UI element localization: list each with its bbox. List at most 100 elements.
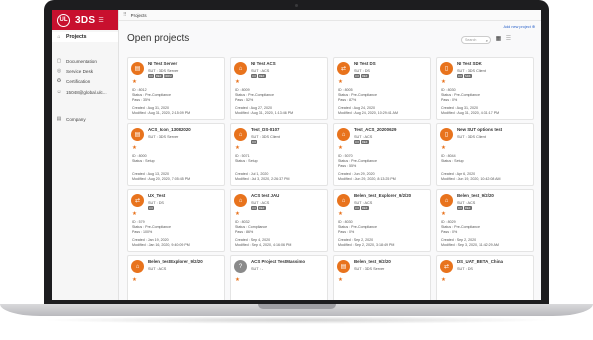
project-created: Created : Jan 19, 2020 (132, 238, 169, 242)
project-card[interactable]: ⌂ ACS test JAU SUT : ACS 3.0 REF ★ ID : 8032 St… (230, 189, 328, 252)
project-card[interactable]: ⌂ NI Test ACS SUT : ACS 3.0 REF ★ ID : 8009 Sta… (230, 57, 328, 120)
project-name[interactable]: Belen_test_9/2/20 (457, 193, 531, 198)
project-modified: Modified : Jun 29, 2020, 8:13:25 PM (338, 177, 396, 181)
version-badge: 3.0 (251, 140, 257, 144)
project-card[interactable]: ⌂ Belen_test_9/2/20 SUT : ACS 3.0 REF ★ ID : 8… (436, 189, 534, 252)
version-badge: REF (257, 206, 266, 210)
favorite-star-icon[interactable]: ★ (338, 277, 343, 283)
project-card[interactable]: ⌂ Test_DS-0107 SUT : 3DS Client 3.0 ★ ID : 50… (230, 123, 328, 186)
project-tags: 3.0 (148, 206, 154, 210)
version-badge: 3.0 (148, 74, 154, 78)
search-icon: ⌕ (485, 37, 488, 43)
project-name[interactable]: Belen_test_Explorer_9/2/20 (354, 193, 428, 198)
apps-grid-icon[interactable]: ⠿ (123, 12, 127, 18)
favorite-star-icon[interactable]: ★ (338, 145, 343, 151)
project-tags: 3.0 REF (354, 206, 369, 210)
project-created: Created : Sep 2, 2020 (338, 238, 374, 242)
project-modified: Modified : Sep 2, 2020, 3:18:49 PM (338, 243, 395, 247)
version-badge: SDK (463, 74, 472, 78)
favorite-star-icon[interactable]: ★ (338, 211, 343, 217)
project-status: Status : Pre-Compliance (441, 225, 480, 229)
project-name[interactable]: ACS_Icon_13082020 (148, 127, 222, 132)
project-sut: SUT : DS (354, 69, 370, 73)
bank-icon: ⌂ (234, 128, 247, 141)
sidebar-item-service-desk[interactable]: ◎ Service Desk (52, 66, 118, 76)
sidebar-item-documentation[interactable]: ▢ Documentation (52, 56, 118, 66)
sidebar-item-company[interactable]: ▤ Company (52, 114, 118, 124)
sidebar: UL 3DS ☰ ⌂ Projects ▢ Documentation ◎ Se… (52, 10, 119, 300)
sidebar-item-projects[interactable]: ⌂ Projects (52, 32, 118, 42)
project-card[interactable]: ⌂ Test_ACS_20200629 SUT : ACS 3.0 REF ★ ID : 5… (333, 123, 431, 186)
favorite-star-icon[interactable]: ★ (132, 145, 137, 151)
favorite-star-icon[interactable]: ★ (441, 145, 446, 151)
sidebar-item-label: Company (66, 116, 86, 122)
sidebar-item-certification[interactable]: ✪ Certification (52, 76, 118, 86)
favorite-star-icon[interactable]: ★ (441, 211, 446, 217)
project-card[interactable]: ⌂ Belen_testExplorer_9/2/20 SUT : ACS ★ (127, 255, 225, 300)
project-sut: SUT : 3DS Client (457, 135, 486, 139)
project-name[interactable]: NI Test SDK (457, 61, 531, 66)
project-pass: Pass : 86% (235, 230, 254, 234)
list-view-icon[interactable]: ☰ (505, 36, 512, 43)
project-card[interactable]: ⇄ DS_UAT_BETA_China SUT : DS ★ (436, 255, 534, 300)
breadcrumb: Projects (130, 12, 147, 18)
project-id: ID : 5071 (235, 154, 250, 158)
project-name[interactable]: UX_Test (148, 193, 222, 198)
project-pass: Pass : 0% (441, 98, 458, 102)
project-status: Status : Pre-Compliance (441, 93, 480, 97)
project-card[interactable]: ▯ New SUT options test SUT : 3DS Client ★ ID… (436, 123, 534, 186)
favorite-star-icon[interactable]: ★ (132, 79, 137, 85)
project-name[interactable]: Belen_test_9/2/20 (354, 259, 428, 264)
favorite-star-icon[interactable]: ★ (235, 145, 240, 151)
project-name[interactable]: ACS test JAU (251, 193, 325, 198)
project-pass: Pass : 0% (441, 230, 458, 234)
ul-logo-icon: UL (57, 13, 70, 27)
project-status: Status : Pre-Compliance (338, 225, 377, 229)
project-tags: 3.0 REF (354, 74, 369, 78)
project-name[interactable]: ACS Project TestMassimo (251, 259, 325, 264)
menu-toggle-icon[interactable]: ☰ (98, 17, 103, 24)
sidebar-item-label: Certification (66, 78, 91, 84)
version-badge: REF (360, 206, 369, 210)
project-card[interactable]: ? ACS Project TestMassimo SUT : - ★ (230, 255, 328, 300)
project-name[interactable]: NI Test DS (354, 61, 428, 66)
add-new-project-link[interactable]: Add new project ⊕ (504, 24, 535, 29)
project-card[interactable]: ⌂ Belen_test_Explorer_9/2/20 SUT : ACS 3.0 R… (333, 189, 431, 252)
grid-view-icon[interactable]: ▦ (495, 36, 502, 43)
project-card[interactable]: ▤ ACS_Icon_13082020 SUT : 3DS Server ★ ID : … (127, 123, 225, 186)
bank-icon: ⌂ (131, 260, 144, 273)
project-name[interactable]: NI Test ACS (251, 61, 325, 66)
project-name[interactable]: Belen_testExplorer_9/2/20 (148, 259, 222, 264)
project-name[interactable]: NI Test Server (148, 61, 222, 66)
project-card[interactable]: ▤ Belen_test_9/2/20 SUT : 3DS Server ★ (333, 255, 431, 300)
project-tags: 3.0 SDK (457, 74, 472, 78)
project-name[interactable]: DS_UAT_BETA_China (457, 259, 531, 264)
project-name[interactable]: New SUT options test (457, 127, 531, 132)
favorite-star-icon[interactable]: ★ (441, 79, 446, 85)
favorite-star-icon[interactable]: ★ (132, 211, 137, 217)
project-card[interactable]: ⇄ UX_Test SUT : DS 3.0 ★ ID : 579 Status : Pre… (127, 189, 225, 252)
project-sut: SUT : ACS (148, 267, 167, 271)
favorite-star-icon[interactable]: ★ (235, 79, 240, 85)
server-icon: ▤ (131, 62, 144, 75)
project-status: Status : Pre-Compliance (338, 159, 377, 163)
favorite-star-icon[interactable]: ★ (338, 79, 343, 85)
project-name[interactable]: Test_DS-0107 (251, 127, 325, 132)
project-name[interactable]: Test_ACS_20200629 (354, 127, 428, 132)
project-card[interactable]: ▯ NI Test SDK SUT : 3DS Client 3.0 SDK ★ ID : … (436, 57, 534, 120)
project-status: Status : Setup (132, 159, 155, 163)
server-icon: ▤ (337, 260, 350, 273)
favorite-star-icon[interactable]: ★ (441, 277, 446, 283)
project-modified: Modified : Aug 31, 2020, 1:13:46 PM (235, 111, 294, 115)
headset-icon: ◎ (56, 68, 62, 74)
project-card[interactable]: ▤ NI Test Server SUT : 3DS Server 3.0 REF DIR… (127, 57, 225, 120)
favorite-star-icon[interactable]: ★ (235, 277, 240, 283)
search-input[interactable]: Search ⌕ (461, 36, 491, 44)
project-modified: Modified : Aug 31, 2020, 2:15:09 PM (132, 111, 191, 115)
favorite-star-icon[interactable]: ★ (235, 211, 240, 217)
project-card[interactable]: ⇄ NI Test DS SUT : DS 3.0 REF ★ ID : 8005 Statu… (333, 57, 431, 120)
project-tags: 3.0 REF (457, 206, 472, 210)
ds-icon: ⇄ (131, 194, 144, 207)
sidebar-item-user[interactable]: ☺ 15048@global.ulc... (52, 87, 118, 97)
favorite-star-icon[interactable]: ★ (132, 277, 137, 283)
